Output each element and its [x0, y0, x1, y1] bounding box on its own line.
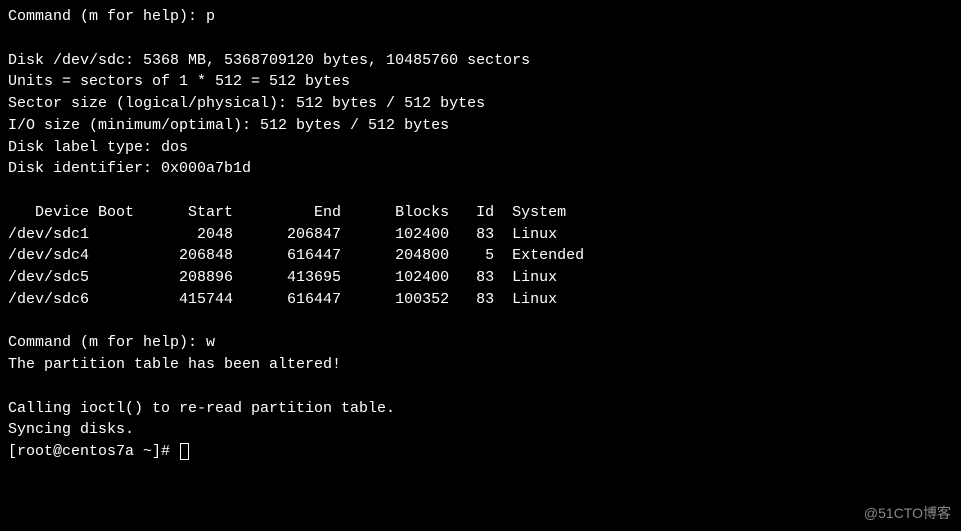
blank-line	[8, 180, 953, 202]
watermark-text: @51CTO博客	[864, 503, 951, 523]
fdisk-prompt: Command (m for help):	[8, 334, 206, 351]
partition-row: /dev/sdc1 2048 206847 102400 83 Linux	[8, 224, 953, 246]
blank-line	[8, 311, 953, 333]
fdisk-command-p: Command (m for help): p	[8, 6, 953, 28]
partition-table-header: Device Boot Start End Blocks Id System	[8, 202, 953, 224]
units-line: Units = sectors of 1 * 512 = 512 bytes	[8, 71, 953, 93]
shell-prompt-line[interactable]: [root@centos7a ~]#	[8, 441, 953, 463]
cursor-icon	[180, 443, 189, 460]
shell-prompt: [root@centos7a ~]#	[8, 441, 179, 463]
partition-row: /dev/sdc6 415744 616447 100352 83 Linux	[8, 289, 953, 311]
disk-label-type-line: Disk label type: dos	[8, 137, 953, 159]
blank-line	[8, 376, 953, 398]
partition-row: /dev/sdc4 206848 616447 204800 5 Extende…	[8, 245, 953, 267]
disk-size-line: Disk /dev/sdc: 5368 MB, 5368709120 bytes…	[8, 50, 953, 72]
user-input-w: w	[206, 334, 215, 351]
disk-identifier-line: Disk identifier: 0x000a7b1d	[8, 158, 953, 180]
fdisk-command-w: Command (m for help): w	[8, 332, 953, 354]
fdisk-prompt: Command (m for help):	[8, 8, 206, 25]
ioctl-message: Calling ioctl() to re-read partition tab…	[8, 398, 953, 420]
syncing-message: Syncing disks.	[8, 419, 953, 441]
user-input-p: p	[206, 8, 215, 25]
blank-line	[8, 28, 953, 50]
altered-message: The partition table has been altered!	[8, 354, 953, 376]
partition-row: /dev/sdc5 208896 413695 102400 83 Linux	[8, 267, 953, 289]
sector-size-line: Sector size (logical/physical): 512 byte…	[8, 93, 953, 115]
io-size-line: I/O size (minimum/optimal): 512 bytes / …	[8, 115, 953, 137]
